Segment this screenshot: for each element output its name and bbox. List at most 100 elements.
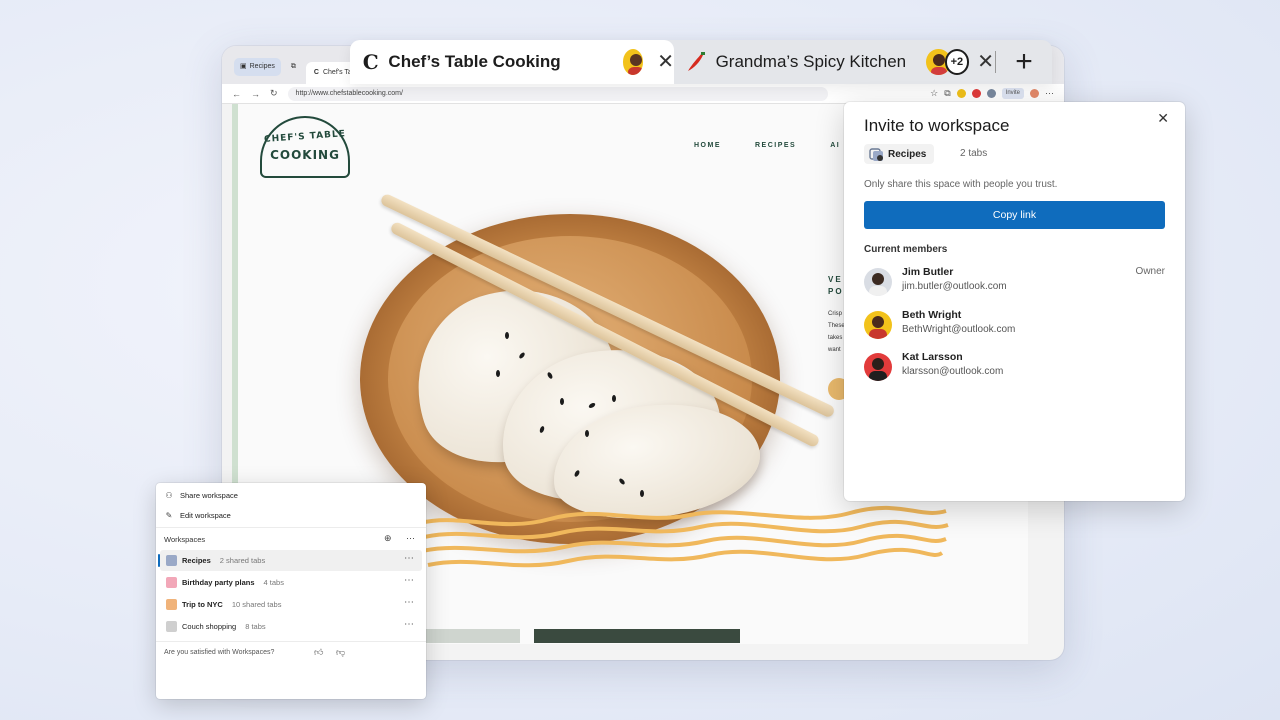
- address-bar: ← → ↻ http://www.chefstablecooking.com/ …: [222, 84, 1064, 104]
- workspace-icon: [869, 148, 883, 161]
- member-name: Jim Butler: [902, 266, 954, 278]
- mini-workspace-label: Recipes: [249, 63, 275, 70]
- divider: [156, 641, 426, 642]
- avatar: [864, 268, 892, 296]
- recipe-thumbnail[interactable]: [426, 629, 520, 643]
- refresh-icon[interactable]: ↻: [270, 88, 278, 99]
- person-icon: [627, 54, 644, 75]
- seed: [496, 370, 500, 377]
- divider: [156, 527, 426, 528]
- share-workspace-item[interactable]: ⚇ Share workspace: [164, 486, 418, 504]
- workspace-icon: ▣: [240, 63, 247, 70]
- avatar[interactable]: [956, 89, 966, 98]
- member-row: Jim Butler jim.butler@outlook.com Owner: [864, 266, 1165, 298]
- close-icon[interactable]: ✕: [657, 52, 674, 72]
- workspace-item-recipes[interactable]: Recipes 2 shared tabs ⋯: [158, 550, 422, 571]
- site-nav: HOME RECIPES AI: [694, 142, 840, 149]
- more-icon[interactable]: ⋯: [1045, 88, 1054, 99]
- share-people-icon: ⚇: [165, 490, 173, 500]
- workspace-item-name: Birthday party plans: [182, 578, 255, 587]
- workspace-item-name: Trip to NYC: [182, 600, 223, 609]
- invite-title: Invite to workspace: [864, 116, 1010, 135]
- more-icon[interactable]: ⋯: [404, 597, 414, 608]
- seed: [612, 395, 616, 402]
- mini-favicon: C: [313, 69, 319, 76]
- more-members-badge[interactable]: +2: [944, 49, 970, 75]
- workspace-item-count: 10 shared tabs: [231, 600, 282, 609]
- edit-workspace-item[interactable]: ✎ Edit workspace: [164, 506, 418, 524]
- workspace-item-nyc[interactable]: Trip to NYC 10 shared tabs ⋯: [160, 594, 422, 615]
- favorites-icon[interactable]: ☆: [930, 88, 938, 99]
- tab-title: Grandma’s Spicy Kitchen: [715, 52, 907, 71]
- person-icon: [869, 358, 887, 381]
- member-email: klarsson@outlook.com: [902, 366, 1004, 377]
- workspace-icon: [166, 599, 177, 610]
- member-email: BethWright@outlook.com: [902, 324, 1016, 335]
- chili-pepper-icon: [688, 52, 705, 71]
- more-icon[interactable]: ⋯: [404, 619, 414, 630]
- site-logo[interactable]: CHEF'S TABLE COOKING: [260, 116, 350, 178]
- workspace-name: Recipes: [888, 148, 927, 160]
- workspace-item-name: Recipes: [182, 556, 211, 565]
- edit-workspace-label: Edit workspace: [180, 510, 231, 520]
- tab-chefs-table[interactable]: C Chef’s Table Cooking ✕: [350, 40, 674, 84]
- thumbs-down-icon[interactable]: 👎︎: [336, 647, 345, 658]
- url-field[interactable]: http://www.chefstablecooking.com/: [287, 86, 828, 101]
- mini-invite-button[interactable]: Invite: [1001, 88, 1024, 99]
- close-icon[interactable]: ✕: [1157, 110, 1169, 127]
- seed: [585, 430, 589, 437]
- mini-tab-title: Chef's Ta: [322, 69, 352, 76]
- thumbs-up-icon[interactable]: 👍︎: [314, 647, 323, 658]
- workspaces-heading: Workspaces: [164, 535, 206, 544]
- trust-note: Only share this space with people you tr…: [864, 179, 1058, 190]
- logo-line2: COOKING: [270, 148, 340, 162]
- collections-icon[interactable]: ⧉: [944, 88, 950, 99]
- workspace-item-name: Couch shopping: [182, 622, 237, 631]
- member-name: Beth Wright: [902, 309, 962, 321]
- mini-workspace-chip[interactable]: ▣ Recipes: [234, 58, 281, 76]
- tab-grandmas-kitchen[interactable]: Grandma’s Spicy Kitchen +2 ✕: [676, 40, 994, 84]
- avatar[interactable]: [971, 89, 981, 98]
- nav-home[interactable]: HOME: [694, 142, 721, 149]
- logo-line1: CHEF'S TABLE: [263, 129, 347, 145]
- back-icon[interactable]: ←: [232, 89, 241, 99]
- workspace-item-count: 2 shared tabs: [219, 556, 266, 565]
- more-icon[interactable]: ⋯: [404, 575, 414, 586]
- feedback-prompt: Are you satisfied with Workspaces?: [164, 649, 275, 656]
- pencil-icon: ✎: [165, 510, 173, 520]
- mini-tab-actions-icon[interactable]: ⧉: [285, 58, 302, 76]
- member-row: Kat Larsson klarsson@outlook.com: [864, 351, 1165, 383]
- tab-count: 2 tabs: [960, 148, 988, 159]
- avatar[interactable]: [986, 89, 996, 98]
- member-name: Kat Larsson: [902, 351, 963, 363]
- add-workspace-icon[interactable]: ⊕: [384, 533, 392, 544]
- nav-more[interactable]: AI: [830, 142, 840, 149]
- tab-title: Chef’s Table Cooking: [388, 52, 561, 71]
- profile-avatar[interactable]: [1030, 89, 1039, 98]
- avatar: [864, 311, 892, 339]
- recipe-thumbnail[interactable]: [534, 629, 740, 643]
- toolbar-icons: ☆ ⧉ Invite ⋯: [930, 88, 1054, 99]
- workspace-icon: [166, 555, 177, 566]
- workspace-chip: Recipes: [864, 144, 935, 164]
- seed: [560, 398, 564, 405]
- workspace-item-couch[interactable]: Couch shopping 8 tabs ⋯: [160, 616, 422, 637]
- new-tab-plus-icon[interactable]: +: [996, 40, 1052, 84]
- decorative-squiggle: [420, 505, 949, 568]
- workspace-icon: [166, 621, 177, 632]
- person-icon: [869, 316, 887, 339]
- more-icon[interactable]: ⋯: [406, 533, 415, 544]
- chefs-table-favicon: C: [362, 50, 380, 74]
- nav-recipes[interactable]: RECIPES: [755, 142, 796, 149]
- seed: [640, 490, 644, 497]
- avatar: [622, 49, 644, 75]
- member-row: Beth Wright BethWright@outlook.com: [864, 309, 1165, 341]
- seed: [505, 332, 509, 339]
- invite-panel: Invite to workspace ✕ Recipes 2 tabs Onl…: [844, 102, 1185, 501]
- close-icon[interactable]: ✕: [977, 52, 994, 72]
- more-icon[interactable]: ⋯: [404, 553, 414, 564]
- forward-icon[interactable]: →: [251, 89, 260, 99]
- workspace-item-birthday[interactable]: Birthday party plans 4 tabs ⋯: [160, 572, 422, 593]
- share-workspace-label: Share workspace: [180, 490, 238, 500]
- copy-link-button[interactable]: Copy link: [864, 201, 1165, 229]
